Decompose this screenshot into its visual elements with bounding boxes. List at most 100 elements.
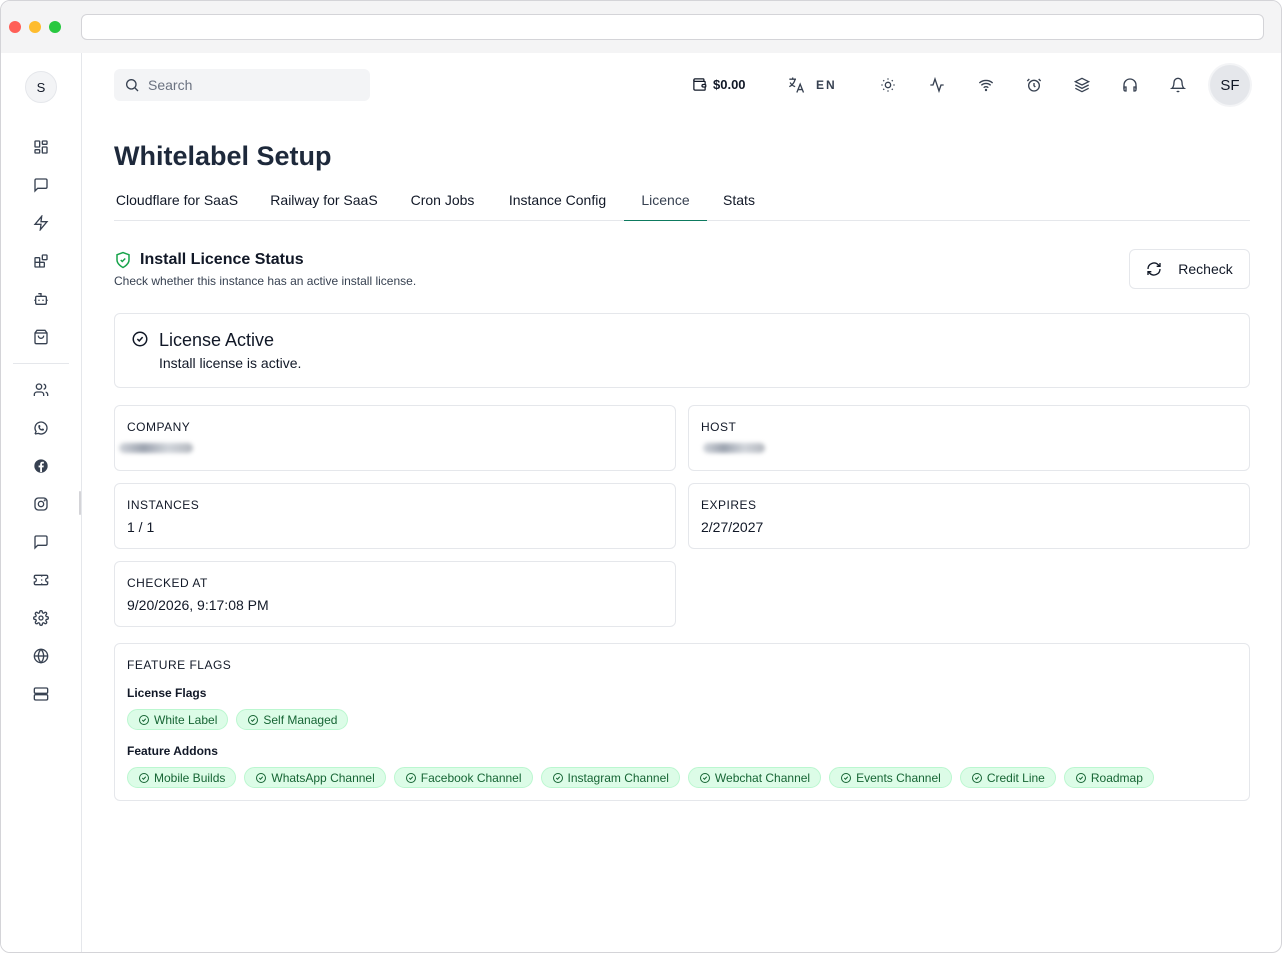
feature-chip-label: WhatsApp Channel [271, 770, 375, 785]
feature-chip-label: Self Managed [263, 712, 338, 727]
users-icon[interactable] [31, 380, 51, 400]
wallet-icon [693, 78, 707, 91]
check-circle-icon [841, 772, 852, 783]
feature-chip: Roadmap [1063, 767, 1154, 788]
feature-flags-title: FEATURE FLAGS [127, 658, 232, 672]
wifi-icon[interactable] [977, 76, 995, 94]
search-box[interactable] [114, 69, 370, 101]
host-value-redacted [703, 443, 765, 453]
feature-chip-label: Credit Line [986, 770, 1045, 785]
company-card: COMPANY [114, 405, 676, 471]
recheck-label: Recheck [1178, 261, 1233, 277]
chat-bubble-icon[interactable] [31, 532, 51, 552]
check-circle-icon [699, 772, 710, 783]
server-icon[interactable] [31, 684, 51, 704]
section-title-text: Install Licence Status [140, 251, 304, 268]
feature-chip-label: Instagram Channel [567, 770, 669, 785]
bell-icon[interactable] [1169, 76, 1187, 94]
tab-licence[interactable]: Licence [624, 183, 707, 221]
feature-chip: White Label [127, 709, 229, 730]
dashboard-icon[interactable] [31, 137, 51, 157]
host-label: HOST [701, 420, 737, 434]
language-selector[interactable]: EN [786, 75, 837, 95]
layers-icon[interactable] [1073, 76, 1091, 94]
feature-chip: Events Channel [829, 767, 952, 788]
expires-card: EXPIRES 2/27/2027 [688, 483, 1250, 549]
check-circle-icon [248, 714, 259, 725]
balance-amount: $0.00 [713, 77, 746, 92]
search-input[interactable] [148, 77, 358, 93]
browser-window: S Search $0.00 EN SF Whitelabel Setup Cl… [0, 0, 1282, 953]
close-window-button[interactable] [9, 21, 21, 33]
check-circle-icon [971, 772, 982, 783]
tab-cron-jobs[interactable]: Cron Jobs [409, 183, 476, 221]
company-label: COMPANY [127, 420, 191, 434]
feature-chip: Self Managed [236, 709, 349, 730]
sun-icon[interactable] [879, 76, 897, 94]
activity-icon[interactable] [928, 76, 946, 94]
check-circle-icon [405, 772, 416, 783]
recheck-button[interactable]: Recheck [1129, 249, 1250, 289]
section-description: Check whether this instance has an activ… [114, 274, 417, 288]
message-square-icon[interactable] [31, 175, 51, 195]
sidebar-divider [13, 363, 69, 364]
feature-chip: Instagram Channel [540, 767, 680, 788]
instances-label: INSTANCES [127, 498, 200, 512]
address-bar[interactable] [81, 14, 1264, 40]
tab-cloudflare-for-saas[interactable]: Cloudflare for SaaS [114, 183, 240, 221]
tab-railway-for-saas[interactable]: Railway for SaaS [270, 183, 378, 221]
feature-addons-title: Feature Addons [127, 744, 218, 758]
language-code: EN [816, 78, 837, 92]
feature-flags-card: FEATURE FLAGS License Flags White Label S… [114, 643, 1250, 801]
tab-bar: Cloudflare for SaaS Railway for SaaS Cro… [114, 183, 1250, 221]
tab-instance-config[interactable]: Instance Config [506, 183, 609, 221]
tab-stats[interactable]: Stats [721, 183, 757, 221]
feature-addons-list: Mobile Builds WhatsApp Channel Facebook Ch… [127, 767, 1154, 788]
headphones-icon[interactable] [1121, 76, 1139, 94]
feature-chip: WhatsApp Channel [244, 767, 386, 788]
feature-chip-label: Roadmap [1090, 770, 1143, 785]
feature-chip-label: Webchat Channel [714, 770, 811, 785]
user-avatar[interactable]: SF [1210, 65, 1250, 105]
maximize-window-button[interactable] [49, 21, 61, 33]
expires-label: EXPIRES [701, 498, 757, 512]
license-flags-list: White Label Self Managed [127, 709, 349, 730]
globe-icon[interactable] [31, 646, 51, 666]
search-icon [126, 79, 139, 92]
page-title: Whitelabel Setup [114, 141, 332, 171]
feature-chip: Credit Line [959, 767, 1056, 788]
ticket-icon[interactable] [31, 570, 51, 590]
feature-chip: Mobile Builds [127, 767, 237, 788]
check-circle-icon [139, 714, 149, 725]
company-value-redacted [119, 443, 193, 453]
check-circle-icon [552, 772, 563, 783]
sidebar: S [1, 53, 82, 952]
instances-card: INSTANCES 1 / 1 [114, 483, 676, 549]
license-status-card: License Active Install license is active… [114, 313, 1250, 388]
check-circle-icon [132, 331, 148, 347]
bot-icon[interactable] [31, 289, 51, 309]
wallet-balance[interactable]: $0.00 [692, 77, 746, 92]
instances-value: 1 / 1 [127, 519, 155, 535]
workspace-avatar[interactable]: S [25, 71, 57, 103]
check-circle-icon [256, 772, 267, 783]
checked-at-value: 9/20/2026, 9:17:08 PM [127, 597, 269, 613]
shopping-bag-icon[interactable] [31, 327, 51, 347]
facebook-icon[interactable] [31, 456, 51, 476]
licence-section-header: Install Licence Status Check whether thi… [114, 251, 416, 288]
feature-chip-label: White Label [154, 712, 218, 727]
whatsapp-icon[interactable] [31, 418, 51, 438]
sidebar-scrollbar[interactable] [79, 491, 81, 515]
status-description: Install license is active. [159, 355, 302, 371]
check-circle-icon [139, 772, 149, 783]
blocks-icon[interactable] [31, 251, 51, 271]
minimize-window-button[interactable] [29, 21, 41, 33]
instagram-icon[interactable] [31, 494, 51, 514]
feature-chip: Webchat Channel [687, 767, 822, 788]
alarm-clock-icon[interactable] [1025, 76, 1043, 94]
shield-check-icon [116, 251, 130, 269]
feature-chip-label: Events Channel [856, 770, 941, 785]
section-title: Install Licence Status [114, 251, 416, 269]
settings-gear-icon[interactable] [31, 608, 51, 628]
zap-icon[interactable] [31, 213, 51, 233]
